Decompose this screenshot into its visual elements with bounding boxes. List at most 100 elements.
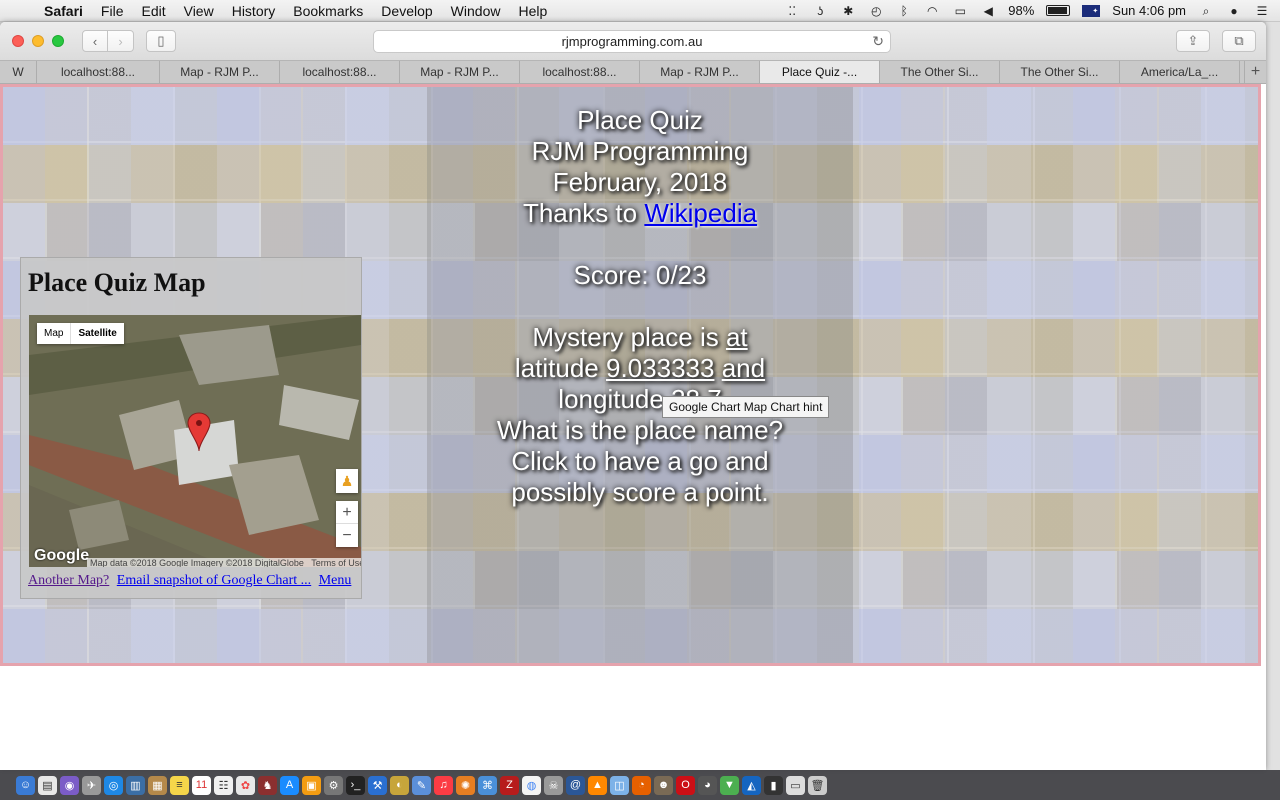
email-snapshot-link[interactable]: Email snapshot of Google Chart ... <box>117 573 311 588</box>
launchpad-icon[interactable]: ✈ <box>82 775 101 795</box>
tab-active[interactable]: Place Quiz -... <box>760 61 880 83</box>
reload-icon[interactable]: ↻ <box>872 33 884 50</box>
tab[interactable]: localhost:88... <box>280 61 400 83</box>
mail-icon[interactable]: @ <box>566 775 585 795</box>
photos-icon[interactable]: ✿ <box>236 775 255 795</box>
input-source-flag-icon[interactable] <box>1082 4 1101 17</box>
skull-icon[interactable]: ☠ <box>544 775 563 795</box>
document-icon[interactable]: ▤ <box>38 775 57 795</box>
calendar-icon[interactable]: 11 <box>192 775 211 795</box>
another-map-link[interactable]: Another Map? <box>28 573 109 588</box>
opera-icon[interactable]: O <box>676 775 695 795</box>
zoom-out-button[interactable]: − <box>336 524 358 547</box>
gimp-icon[interactable]: ☻ <box>654 775 673 795</box>
street-view-pegman-icon[interactable]: ♟ <box>336 469 358 493</box>
bluetooth-icon[interactable]: ᛒ <box>896 4 912 18</box>
battery-percent: 98% <box>1008 3 1035 18</box>
safari-icon[interactable]: ◎ <box>104 775 123 795</box>
terminal-icon[interactable]: ›_ <box>346 775 365 795</box>
tab[interactable]: Map - RJM P... <box>640 61 760 83</box>
mystery-prefix: Mystery place is <box>532 322 719 352</box>
tab[interactable]: localhost:88... <box>37 61 160 83</box>
tab[interactable]: America/La_... <box>1120 61 1240 83</box>
console-icon[interactable]: ▮ <box>764 775 783 795</box>
back-button[interactable]: ‹ <box>82 30 108 52</box>
window-minimize-button[interactable] <box>32 35 44 47</box>
filezilla-icon[interactable]: Z <box>500 775 519 795</box>
map-type-map-button[interactable]: Map <box>37 323 70 344</box>
tab[interactable]: Map - RJM P... <box>400 61 520 83</box>
volume-icon[interactable]: ◀ <box>980 4 996 18</box>
satellite-map[interactable]: Map Satellite ♟ + − Google Map data ©201… <box>29 315 361 567</box>
zoom-in-button[interactable]: + <box>336 501 358 524</box>
appstore-icon[interactable]: A <box>280 775 299 795</box>
map-panel-title: Place Quiz Map <box>28 268 206 297</box>
window-fullscreen-button[interactable] <box>52 35 64 47</box>
sidebar-toggle-button[interactable]: ▯ <box>146 30 176 52</box>
menu-window[interactable]: Window <box>442 3 510 19</box>
address-bar-url: rjmprogramming.com.au <box>561 34 703 49</box>
attribution-text: Map data ©2018 Google Imagery ©2018 Digi… <box>90 558 304 567</box>
siri-menu-icon[interactable]: ● <box>1226 4 1242 18</box>
preferences-icon[interactable]: ⚙ <box>324 775 343 795</box>
contacts-icon[interactable]: ▦ <box>148 775 167 795</box>
firefox-icon[interactable]: ◔ <box>632 775 651 795</box>
preview-icon[interactable]: ◐ <box>390 775 409 795</box>
new-tab-button[interactable]: + <box>1244 61 1266 83</box>
vscode-icon[interactable]: ◭ <box>742 775 761 795</box>
siri-icon[interactable]: ◉ <box>60 775 79 795</box>
terms-of-use-link[interactable]: Terms of Use <box>311 558 361 567</box>
menu-bookmarks[interactable]: Bookmarks <box>284 3 372 19</box>
book-icon[interactable]: ▥ <box>126 775 145 795</box>
battery-icon[interactable] <box>1046 5 1071 16</box>
map-type-satellite-button[interactable]: Satellite <box>70 323 123 344</box>
music-icon[interactable]: ♫ <box>434 775 453 795</box>
menu-view[interactable]: View <box>175 3 223 19</box>
folder-icon[interactable]: ▭ <box>786 775 805 795</box>
notes-icon[interactable]: ≡ <box>170 775 189 795</box>
reminders-icon[interactable]: ☷ <box>214 775 233 795</box>
wikipedia-link[interactable]: Wikipedia <box>644 198 757 228</box>
menu-edit[interactable]: Edit <box>132 3 174 19</box>
tab[interactable]: Map - RJM P... <box>160 61 280 83</box>
notification-center-icon[interactable]: ☰ <box>1254 4 1270 18</box>
bug-icon[interactable]: ✱ <box>840 4 856 18</box>
wifi-icon[interactable]: ◠ <box>924 4 940 18</box>
share-button[interactable]: ⇪ <box>1176 30 1210 52</box>
window-close-button[interactable] <box>12 35 24 47</box>
vlc-icon[interactable]: ▲ <box>588 775 607 795</box>
address-bar[interactable]: rjmprogramming.com.au ↻ <box>373 30 891 53</box>
menu-clock[interactable]: Sun 4:06 pm <box>1112 3 1186 18</box>
tab[interactable]: localhost:88... <box>520 61 640 83</box>
menu-link[interactable]: Menu <box>319 573 352 588</box>
github-icon[interactable]: ◕ <box>698 775 717 795</box>
menu-app-safari[interactable]: Safari <box>40 3 92 19</box>
tab-overview-button[interactable]: ⧉ <box>1222 30 1256 52</box>
airplay-icon[interactable]: ▭ <box>952 4 968 18</box>
chess-icon[interactable]: ♞ <box>258 775 277 795</box>
menu-help[interactable]: Help <box>509 3 556 19</box>
activity-icon[interactable]: ⁚⁚ <box>784 4 800 18</box>
quiz-date: February, 2018 <box>552 167 728 197</box>
tab-bar: W localhost:88... Map - RJM P... localho… <box>0 60 1266 84</box>
blender-icon[interactable]: ✺ <box>456 775 475 795</box>
trash-icon[interactable]: 🗑 <box>808 775 827 795</box>
tab[interactable]: W <box>0 61 37 83</box>
xcode-icon[interactable]: ⚒ <box>368 775 387 795</box>
chrome-icon[interactable]: ◍ <box>522 775 541 795</box>
android-icon[interactable]: ▼ <box>720 775 739 795</box>
tab[interactable]: The Other Si... <box>1000 61 1120 83</box>
spotlight-icon[interactable]: ⌕ <box>1198 4 1214 18</box>
textedit-icon[interactable]: ✎ <box>412 775 431 795</box>
menu-file[interactable]: File <box>92 3 133 19</box>
archive-icon[interactable]: ◫ <box>610 775 629 795</box>
script-icon[interactable]: ʖ <box>812 4 828 18</box>
menu-history[interactable]: History <box>223 3 285 19</box>
menu-develop[interactable]: Develop <box>372 3 441 19</box>
finder-icon[interactable]: ☺ <box>16 775 35 795</box>
books-icon[interactable]: ▣ <box>302 775 321 795</box>
forward-button[interactable]: › <box>108 30 134 52</box>
network-icon[interactable]: ⌘ <box>478 775 497 795</box>
time-machine-icon[interactable]: ◴ <box>868 4 884 18</box>
tab[interactable]: The Other Si... <box>880 61 1000 83</box>
